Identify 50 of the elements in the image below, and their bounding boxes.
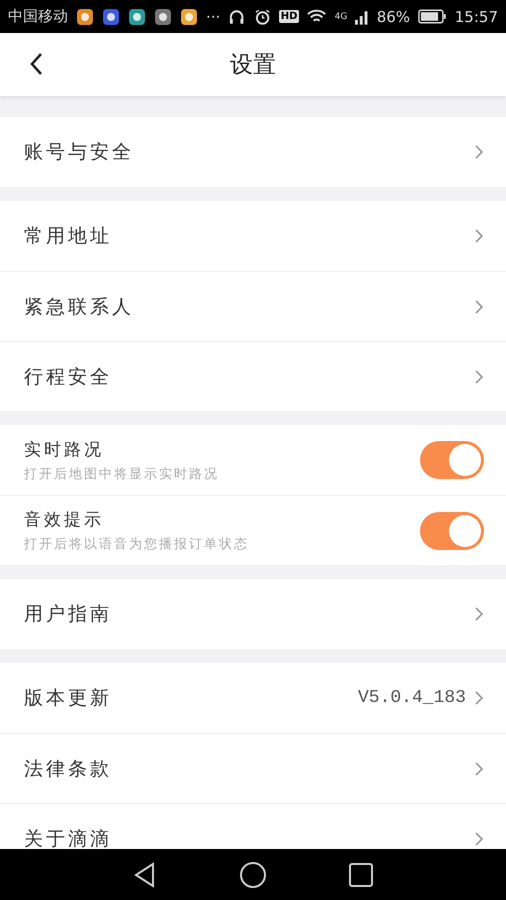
app-icon bbox=[154, 8, 172, 26]
hd-indicator: HD bbox=[278, 10, 300, 23]
setting-description: 打开后将以语音为您播报订单状态 bbox=[24, 536, 250, 553]
clock: 15:57 bbox=[454, 8, 498, 26]
app-icon bbox=[102, 8, 120, 26]
toggle-switch[interactable] bbox=[420, 512, 484, 550]
page-title: 设置 bbox=[230, 51, 276, 80]
chevron-icon bbox=[474, 690, 484, 706]
settings-row[interactable]: 法律条款 bbox=[0, 733, 506, 803]
setting-description: 打开后地图中将显示实时路况 bbox=[24, 466, 220, 482]
setting-label: 行程安全 bbox=[24, 364, 113, 390]
version-value: V5.0.4_183 bbox=[358, 688, 466, 708]
settings-row[interactable]: 账号与安全 bbox=[0, 117, 506, 187]
chevron-icon bbox=[474, 368, 484, 384]
back-icon bbox=[29, 52, 43, 76]
network-type: 4G bbox=[334, 12, 348, 22]
setting-label: 用户指南 bbox=[24, 602, 113, 627]
wifi-icon bbox=[307, 8, 327, 24]
settings-row[interactable]: 紧急联系人 bbox=[0, 271, 506, 341]
toggle-switch[interactable] bbox=[420, 441, 484, 479]
chevron-icon bbox=[474, 144, 484, 160]
setting-label: 实时路况 bbox=[24, 438, 105, 460]
app-icon bbox=[128, 8, 146, 26]
alarm-icon bbox=[254, 8, 271, 26]
setting-label: 常用地址 bbox=[24, 224, 113, 249]
recents-nav-icon[interactable] bbox=[347, 860, 375, 888]
more-notifications: ··· bbox=[206, 8, 220, 26]
battery-percent: 86% bbox=[376, 8, 410, 26]
setting-label: 版本更新 bbox=[24, 686, 113, 711]
carrier-name: 中国移动 bbox=[8, 7, 68, 26]
signal-icon bbox=[355, 8, 369, 24]
setting-label: 账号与安全 bbox=[24, 140, 135, 165]
chevron-icon bbox=[474, 606, 484, 622]
settings-row[interactable]: 行程安全 bbox=[0, 341, 506, 411]
settings-row[interactable]: 用户指南 bbox=[0, 579, 506, 649]
chevron-icon bbox=[474, 830, 484, 846]
chevron-icon bbox=[474, 298, 484, 314]
settings-row[interactable]: 常用地址 bbox=[0, 201, 506, 271]
headphones-icon bbox=[228, 8, 246, 26]
setting-label: 音效提示 bbox=[24, 509, 105, 531]
battery-icon bbox=[418, 9, 447, 24]
app-icon bbox=[76, 8, 94, 26]
app-icon bbox=[180, 8, 198, 26]
chevron-icon bbox=[474, 760, 484, 776]
home-nav-icon[interactable] bbox=[239, 860, 267, 888]
chevron-icon bbox=[474, 228, 484, 244]
setting-label: 法律条款 bbox=[24, 756, 113, 782]
settings-row[interactable]: 版本更新 V5.0.4_183 bbox=[0, 663, 506, 733]
setting-label: 紧急联系人 bbox=[24, 294, 135, 320]
setting-label: 关于滴滴 bbox=[24, 826, 113, 849]
